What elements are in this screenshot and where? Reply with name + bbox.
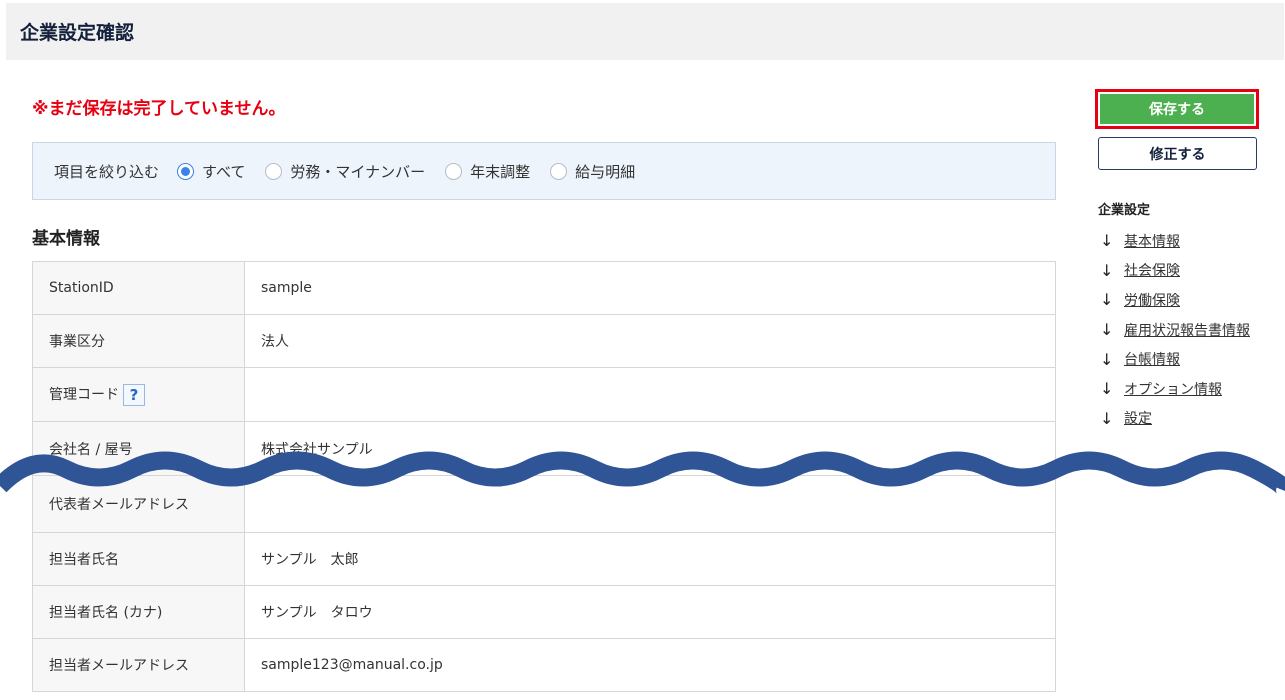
save-button[interactable]: 保存する [1095,89,1259,129]
row-value [244,367,1056,422]
unsaved-warning: ※まだ保存は完了していません。 [32,99,286,119]
row-value [244,475,1056,533]
toc-item[interactable]: ↓ 基本情報 [1100,226,1250,256]
table-row: 担当者氏名 サンプル 太郎 [32,532,1056,586]
toc-link[interactable]: 基本情報 [1124,231,1180,251]
row-value: 株式会社サンプル [244,421,1056,476]
section-title: 基本情報 [32,229,100,249]
filter-option-label: 給与明細 [575,162,636,181]
filter-option-all[interactable]: すべて [177,161,245,182]
row-label: 管理コード [49,386,119,403]
table-row: 管理コード? [32,367,1056,422]
toc-link[interactable]: 台帳情報 [1124,349,1180,369]
toc-item[interactable]: ↓ 雇用状況報告書情報 [1100,315,1250,345]
toc-item[interactable]: ↓ 労働保険 [1100,285,1250,315]
row-label: 担当者氏名 [32,532,245,586]
row-label: StationID [32,261,245,315]
radio-unchecked-icon[interactable] [445,162,463,180]
arrow-down-icon: ↓ [1100,231,1114,251]
toc-item[interactable]: ↓ 設定 [1100,404,1250,434]
row-label: 担当者氏名 (カナ) [32,585,245,639]
table-row: StationID sample [32,261,1056,315]
arrow-down-icon: ↓ [1100,290,1114,310]
row-label-cell: 管理コード? [32,367,245,422]
filter-option-label: 労務・マイナンバー [290,162,426,181]
arrow-down-icon: ↓ [1100,260,1114,280]
arrow-down-icon: ↓ [1100,408,1114,428]
arrow-down-icon: ↓ [1100,320,1114,340]
table-row: 代表者メールアドレス [32,475,1056,533]
filter-option-payslip[interactable]: 給与明細 [550,161,635,182]
row-value: 法人 [244,314,1056,368]
filter-option-label: すべて [202,162,246,181]
row-label: 会社名 / 屋号 [32,421,245,476]
toc-link[interactable]: 設定 [1124,408,1152,428]
row-value: サンプル 太郎 [244,532,1056,586]
row-label: 事業区分 [32,314,245,368]
toc-link[interactable]: 社会保険 [1124,260,1180,280]
help-icon[interactable]: ? [123,383,145,406]
row-value: サンプル タロウ [244,585,1056,639]
toc-item[interactable]: ↓ オプション情報 [1100,374,1250,404]
radio-checked-icon[interactable] [177,162,195,180]
toc-list: ↓ 基本情報 ↓ 社会保険 ↓ 労働保険 ↓ 雇用状況報告書情報 ↓ 台帳情報 ↓ オプショ… [1100,226,1250,433]
filter-label: 項目を絞り込む [54,162,160,181]
filter-option-year-end[interactable]: 年末調整 [445,161,530,182]
table-row: 担当者氏名 (カナ) サンプル タロウ [32,585,1056,639]
arrow-down-icon: ↓ [1100,349,1114,369]
table-row: 担当者メールアドレス sample123@manual.co.jp [32,638,1056,692]
radio-unchecked-icon[interactable] [265,162,283,180]
edit-button[interactable]: 修正する [1098,137,1257,170]
filter-box: 項目を絞り込む すべて 労務・マイナンバー 年末調整 給与明細 [32,142,1056,200]
basic-info-table: StationID sample 事業区分 法人 管理コード? 会社名 / 屋号… [32,261,1056,692]
page-header: 企業設定確認 [6,3,1284,60]
toc-link[interactable]: 雇用状況報告書情報 [1124,320,1250,340]
row-label: 代表者メールアドレス [32,475,245,533]
filter-option-label: 年末調整 [470,162,531,181]
table-row: 会社名 / 屋号 株式会社サンプル [32,421,1056,476]
toc-heading: 企業設定 [1098,203,1151,218]
toc-item[interactable]: ↓ 社会保険 [1100,256,1250,286]
radio-unchecked-icon[interactable] [550,162,568,180]
toc-link[interactable]: 労働保険 [1124,290,1180,310]
page-title: 企業設定確認 [20,22,135,44]
save-button-label: 保存する [1098,92,1256,126]
toc-link[interactable]: オプション情報 [1124,379,1222,399]
table-row: 事業区分 法人 [32,314,1056,368]
arrow-down-icon: ↓ [1100,379,1114,399]
filter-option-labor[interactable]: 労務・マイナンバー [265,161,425,182]
toc-item[interactable]: ↓ 台帳情報 [1100,344,1250,374]
row-value: sample [244,261,1056,315]
row-value: sample123@manual.co.jp [244,638,1056,692]
row-label: 担当者メールアドレス [32,638,245,692]
